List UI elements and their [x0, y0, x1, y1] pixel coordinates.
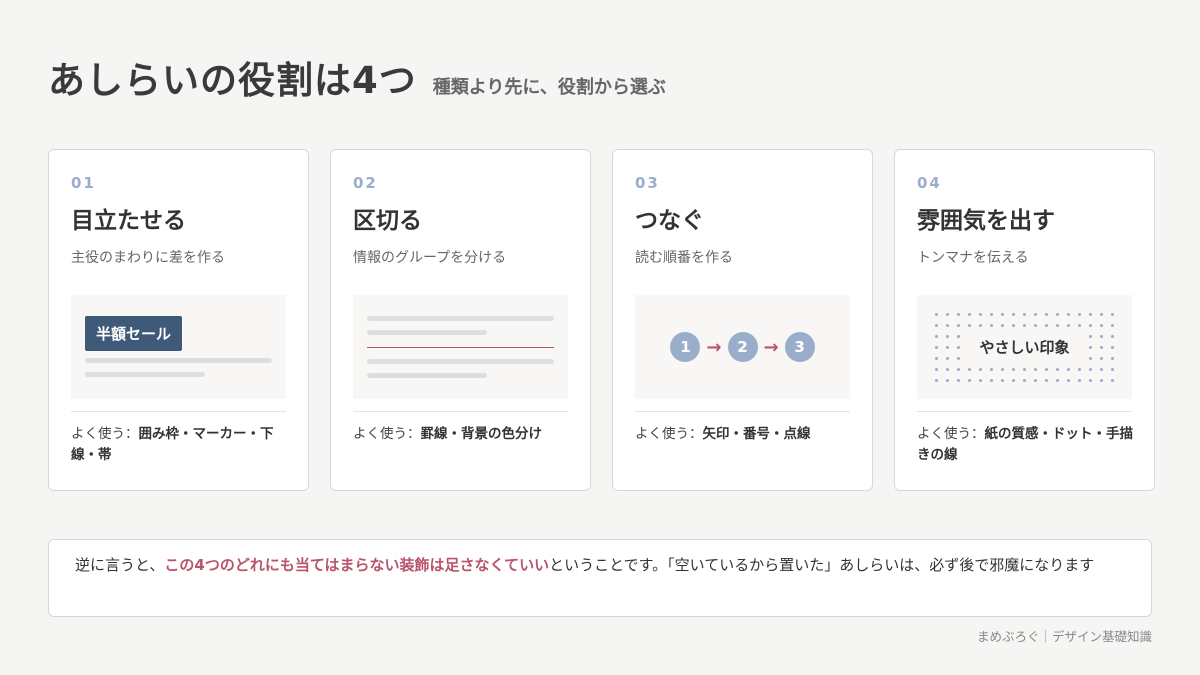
- card-divider: [353, 411, 568, 412]
- card-number: 02: [353, 174, 378, 192]
- card-number: 03: [635, 174, 660, 192]
- role-card-highlight: 01 目立たせる 主役のまわりに差を作る 半額セール よく使う：囲み枠・マーカー…: [48, 149, 309, 491]
- card-usage: よく使う：囲み枠・マーカー・下線・帯: [71, 424, 290, 466]
- illustration-mood: やさしい印象: [917, 295, 1132, 399]
- card-description: トンマナを伝える: [917, 250, 1029, 266]
- usage-items: 罫線・背景の色分け: [420, 426, 543, 442]
- role-card-divide: 02 区切る 情報のグループを分ける よく使う：罫線・背景の色分け: [330, 149, 591, 491]
- card-usage: よく使う：矢印・番号・点線: [635, 424, 854, 445]
- divider-rule: [367, 347, 554, 348]
- summary-note: 逆に言うと、この4つのどれにも当てはまらない装飾は足さなくていいということです。…: [48, 539, 1152, 617]
- step-circle: 2: [727, 332, 758, 362]
- illustration-connect: 1 → 2 → 3: [635, 295, 850, 399]
- illustration-divide: [353, 295, 568, 399]
- placeholder-line: [85, 358, 272, 363]
- illustration-highlight: 半額セール: [71, 295, 286, 399]
- card-description: 情報のグループを分ける: [353, 250, 507, 266]
- card-title: 雰囲気を出す: [917, 208, 1055, 234]
- step-circle: 3: [784, 332, 815, 362]
- usage-prefix: よく使う：: [917, 426, 985, 442]
- sale-badge: 半額セール: [85, 316, 183, 351]
- usage-prefix: よく使う：: [635, 426, 703, 442]
- placeholder-line: [85, 372, 205, 377]
- placeholder-line: [367, 316, 554, 321]
- card-description: 主役のまわりに差を作る: [71, 250, 225, 266]
- card-number: 04: [917, 174, 942, 192]
- card-divider: [635, 411, 850, 412]
- card-description: 読む順番を作る: [635, 250, 733, 266]
- step-circle: 1: [670, 332, 701, 362]
- note-highlight: この4つのどれにも当てはまらない装飾は足さなくていい: [164, 556, 550, 574]
- placeholder-line: [367, 359, 554, 364]
- step-flow: 1 → 2 → 3: [635, 332, 850, 362]
- role-card-connect: 03 つなぐ 読む順番を作る 1 → 2 → 3 よく使う：矢印・番号・点線: [612, 149, 873, 491]
- mood-label: やさしい印象: [967, 330, 1082, 364]
- note-text-after: ということです。「空いているから置いた」あしらいは、必ず後で邪魔になります: [549, 556, 1095, 574]
- card-title: つなぐ: [635, 208, 704, 234]
- usage-prefix: よく使う：: [353, 426, 421, 442]
- card-title: 目立たせる: [71, 208, 186, 234]
- usage-items: 矢印・番号・点線: [702, 426, 811, 442]
- placeholder-line: [367, 330, 487, 335]
- placeholder-line: [367, 373, 487, 378]
- arrow-right-icon: →: [763, 336, 779, 358]
- page-header: あしらいの役割は4つ 種類より先に、役割から選ぶ: [48, 50, 666, 104]
- page-subtitle: 種類より先に、役割から選ぶ: [432, 77, 666, 98]
- usage-prefix: よく使う：: [71, 426, 139, 442]
- footer-credit: まめぶろぐ｜デザイン基礎知識: [976, 629, 1152, 644]
- card-number: 01: [71, 174, 96, 192]
- card-usage: よく使う：罫線・背景の色分け: [353, 424, 572, 445]
- note-text-before: 逆に言うと、: [75, 556, 165, 574]
- page-title: あしらいの役割は4つ: [48, 59, 417, 102]
- arrow-right-icon: →: [706, 336, 722, 358]
- role-cards: 01 目立たせる 主役のまわりに差を作る 半額セール よく使う：囲み枠・マーカー…: [48, 149, 1155, 491]
- card-usage: よく使う：紙の質感・ドット・手描きの線: [917, 424, 1136, 466]
- card-divider: [917, 411, 1132, 412]
- role-card-mood: 04 雰囲気を出す トンマナを伝える やさしい印象 よく使う：紙の質感・ドット・…: [894, 149, 1155, 491]
- card-title: 区切る: [353, 208, 422, 234]
- card-divider: [71, 411, 286, 412]
